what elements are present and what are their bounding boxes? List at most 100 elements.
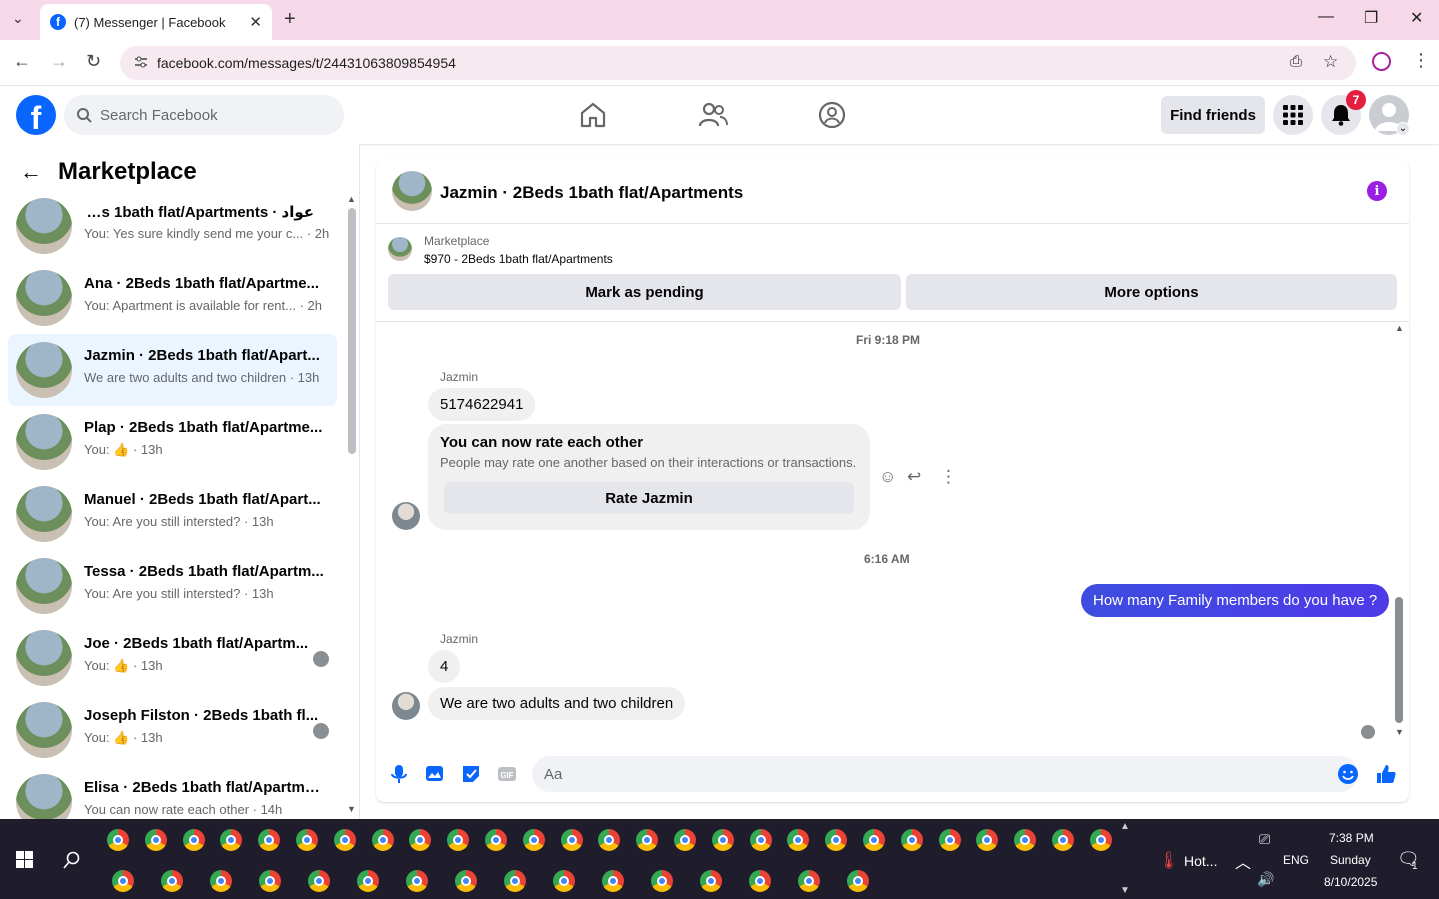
chrome-taskbar-icon[interactable] [161, 870, 183, 892]
menu-button[interactable] [1273, 95, 1313, 135]
sender-avatar[interactable] [392, 502, 420, 530]
list-scrollbar[interactable] [348, 208, 356, 454]
conversation-item[interactable]: Elisa · 2Beds 1bath flat/Apartme... You … [8, 766, 337, 819]
my-message-bubble[interactable]: How many Family members do you have ? [1081, 584, 1390, 617]
chrome-taskbar-icon[interactable] [602, 870, 624, 892]
chrome-taskbar-icon[interactable] [674, 829, 696, 851]
chat-listing-avatar[interactable] [392, 171, 432, 211]
message-bubble[interactable]: We are two adults and two children [428, 687, 686, 720]
back-arrow-icon[interactable]: ← [20, 159, 42, 185]
tab-close-icon[interactable]: ✕ [249, 13, 262, 31]
more-actions-icon[interactable]: ⋮ [940, 467, 957, 487]
chrome-taskbar-icon[interactable] [787, 829, 810, 851]
chrome-taskbar-icon[interactable] [447, 829, 470, 851]
groups-icon[interactable] [817, 100, 847, 130]
chrome-taskbar-icon[interactable] [900, 829, 923, 851]
chrome-taskbar-icon[interactable] [406, 870, 428, 892]
scroll-up-icon[interactable]: ▲ [1395, 323, 1404, 333]
weather-thermometer-icon[interactable]: 🌡 [1158, 851, 1180, 871]
react-emoji-icon[interactable]: ☺ [879, 467, 896, 487]
message-bubble[interactable]: 4 [428, 650, 461, 683]
meet-now-icon[interactable]: ⎚ [1259, 831, 1270, 848]
chat-scrollbar[interactable] [1395, 597, 1403, 723]
restore-icon[interactable]: ❐ [1364, 8, 1378, 28]
chrome-taskbar-icon[interactable] [296, 829, 318, 851]
sticker-icon[interactable] [460, 763, 482, 785]
chrome-taskbar-icon[interactable] [333, 829, 356, 851]
rate-jazmin-button[interactable]: Rate Jazmin [444, 482, 854, 514]
chrome-taskbar-icon[interactable] [651, 870, 673, 892]
chrome-taskbar-icon[interactable] [711, 829, 734, 851]
chrome-taskbar-icon[interactable] [485, 829, 507, 851]
chrome-taskbar-icon[interactable] [863, 829, 885, 851]
weather-text[interactable]: Hot... [1184, 853, 1217, 869]
thumbs-up-icon[interactable] [1375, 763, 1397, 785]
listing-title[interactable]: $970 - 2Beds 1bath flat/Apartments [424, 252, 613, 266]
chrome-taskbar-icon[interactable] [976, 829, 999, 851]
chrome-taskbar-icon[interactable] [938, 829, 961, 851]
tab-search-chevron-icon[interactable]: ⌄ [12, 10, 24, 27]
sender-avatar[interactable] [392, 692, 420, 720]
minimize-icon[interactable]: — [1318, 8, 1334, 26]
chrome-menu-icon[interactable]: ⋮ [1412, 50, 1430, 71]
chrome-taskbar-icon[interactable] [749, 829, 772, 851]
photo-icon[interactable] [424, 763, 446, 785]
friends-icon[interactable] [698, 100, 728, 130]
forward-icon[interactable]: → [50, 51, 68, 72]
account-chevron-icon[interactable]: ⌄ [1396, 122, 1410, 136]
conversation-item[interactable]: Tessa · 2Beds 1bath flat/Apartm... You: … [8, 550, 337, 622]
chrome-taskbar-icon[interactable] [455, 870, 477, 892]
chat-title[interactable]: Jazmin · 2Beds 1bath flat/Apartments [440, 183, 743, 203]
chrome-taskbar-icon[interactable] [182, 829, 205, 851]
window-close-icon[interactable]: ✕ [1410, 8, 1423, 28]
chrome-taskbar-icon[interactable] [220, 829, 243, 851]
taskbar-scroll-down-icon[interactable]: ▼ [1120, 885, 1130, 896]
chrome-taskbar-icon[interactable] [210, 870, 232, 892]
chrome-taskbar-icon[interactable] [504, 870, 526, 892]
clock-time[interactable]: 7:38 PM [1329, 831, 1374, 845]
chrome-taskbar-icon[interactable] [636, 829, 659, 851]
chrome-taskbar-icon[interactable] [107, 829, 129, 851]
windows-start-icon[interactable] [16, 851, 33, 868]
mark-as-pending-button[interactable]: Mark as pending [388, 274, 901, 310]
chrome-taskbar-icon[interactable] [598, 829, 621, 851]
message-bubble[interactable]: 5174622941 [428, 388, 536, 421]
conversation-item[interactable]: Plap · 2Beds 1bath flat/Apartme... You: … [8, 406, 337, 478]
conversation-item[interactable]: Manuel · 2Beds 1bath flat/Apart... You: … [8, 478, 337, 550]
address-bar[interactable]: facebook.com/messages/t/2443106380985495… [120, 46, 1356, 80]
emoji-icon[interactable] [1337, 763, 1359, 785]
new-tab-icon[interactable]: + [284, 8, 296, 31]
chrome-taskbar-icon[interactable] [560, 829, 583, 851]
bookmark-star-icon[interactable]: ☆ [1323, 52, 1338, 72]
scroll-down-icon[interactable]: ▼ [1395, 727, 1404, 737]
chrome-taskbar-icon[interactable] [144, 829, 167, 851]
reload-icon[interactable]: ↻ [86, 51, 101, 72]
chrome-taskbar-icon[interactable] [308, 870, 330, 892]
conversation-item[interactable]: Ana · 2Beds 1bath flat/Apartme... You: A… [8, 262, 337, 334]
chrome-taskbar-icon[interactable] [700, 870, 722, 892]
chrome-taskbar-icon[interactable] [825, 829, 848, 851]
taskbar-scroll-up-icon[interactable]: ▲ [1120, 821, 1130, 832]
chrome-taskbar-icon[interactable] [798, 870, 820, 892]
facebook-search-input[interactable]: Search Facebook [64, 95, 344, 135]
taskbar-search-icon[interactable] [63, 851, 81, 869]
chrome-taskbar-icon[interactable] [1014, 829, 1037, 851]
message-input[interactable]: Aa [532, 756, 1358, 792]
clock-date[interactable]: 8/10/2025 [1324, 875, 1377, 889]
scroll-up-icon[interactable]: ▲ [347, 194, 356, 204]
chrome-taskbar-icon[interactable] [847, 870, 869, 892]
install-app-icon[interactable]: ⎙ [1290, 53, 1302, 70]
more-options-button[interactable]: More options [906, 274, 1397, 310]
home-icon[interactable] [578, 100, 608, 130]
conversation-item[interactable]: Joe · 2Beds 1bath flat/Apartm... You: 👍 … [8, 622, 337, 694]
scroll-down-icon[interactable]: ▼ [347, 804, 356, 814]
conversation-item[interactable]: Joseph Filston · 2Beds 1bath fl... You: … [8, 694, 337, 766]
microphone-icon[interactable] [388, 763, 410, 785]
back-icon[interactable]: ← [13, 51, 31, 72]
chrome-taskbar-icon[interactable] [258, 829, 281, 851]
language-indicator[interactable]: ENG [1283, 853, 1309, 867]
chrome-taskbar-icon[interactable] [553, 870, 575, 892]
site-info-icon[interactable] [134, 55, 148, 69]
conversation-item[interactable]: عواد · 2Beds 1bath flat/Apartments You: … [8, 190, 337, 262]
chrome-taskbar-icon[interactable] [259, 870, 281, 892]
